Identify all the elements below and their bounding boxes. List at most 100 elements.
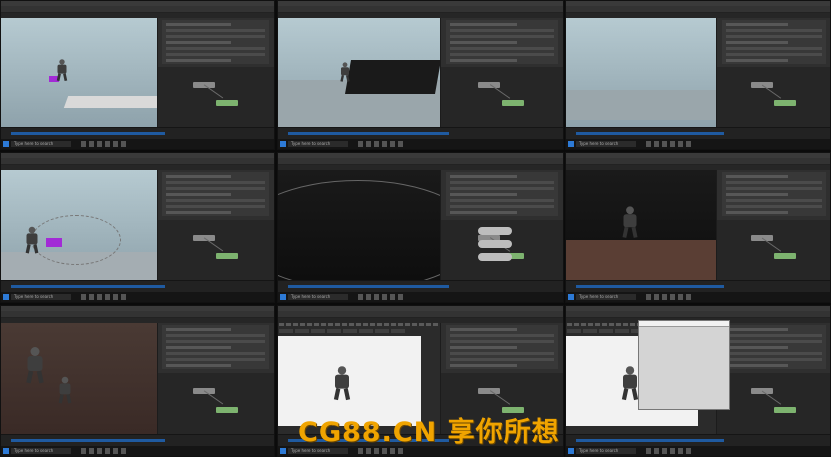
playbar-timeline[interactable]	[1, 434, 274, 446]
network-node[interactable]	[773, 406, 796, 413]
taskbar-app-icon[interactable]	[670, 448, 675, 454]
taskbar-app-icon[interactable]	[654, 448, 659, 454]
playbar-timeline[interactable]	[278, 127, 563, 139]
render-settings-dialog[interactable]	[638, 320, 730, 410]
scene-viewport[interactable]	[566, 18, 717, 127]
taskbar-app-icon[interactable]	[646, 448, 651, 454]
taskbar-app-icon[interactable]	[686, 448, 691, 454]
parameter-row[interactable]	[450, 187, 555, 190]
parameter-row[interactable]	[725, 340, 822, 343]
parameter-row[interactable]	[450, 334, 555, 337]
taskbar-app-icon[interactable]	[374, 294, 379, 300]
parameter-row[interactable]	[450, 29, 555, 32]
parameter-row[interactable]	[166, 35, 266, 38]
windows-start-icon[interactable]	[568, 294, 574, 300]
network-node[interactable]	[477, 82, 500, 89]
parameter-row[interactable]	[725, 35, 822, 38]
windows-start-icon[interactable]	[280, 294, 286, 300]
windows-start-icon[interactable]	[280, 448, 286, 454]
taskbar-search-box[interactable]: Type here to search	[11, 294, 71, 300]
taskbar-app-icon[interactable]	[678, 448, 683, 454]
parameter-row[interactable]	[450, 352, 555, 355]
network-editor[interactable]	[717, 372, 830, 434]
parameter-row[interactable]	[725, 175, 789, 178]
taskbar-app-icon[interactable]	[670, 294, 675, 300]
taskbar-app-icon[interactable]	[358, 141, 363, 147]
parameter-editor[interactable]	[721, 325, 826, 370]
network-node[interactable]	[477, 226, 512, 235]
taskbar-app-icon[interactable]	[646, 141, 651, 147]
parameter-editor[interactable]	[162, 325, 270, 370]
taskbar-search-box[interactable]: Type here to search	[576, 294, 636, 300]
taskbar-app-icon[interactable]	[81, 448, 86, 454]
timeline-range[interactable]	[11, 132, 165, 135]
pane-tab[interactable]	[599, 329, 613, 333]
parameter-editor[interactable]	[446, 325, 559, 370]
parameter-row[interactable]	[166, 352, 266, 355]
parameter-row[interactable]	[450, 41, 518, 44]
network-and-parameters-pane[interactable]	[716, 18, 830, 127]
network-node[interactable]	[773, 252, 796, 259]
taskbar-app-icon[interactable]	[646, 294, 651, 300]
taskbar-app-icon[interactable]	[670, 141, 675, 147]
parameter-row[interactable]	[450, 205, 555, 208]
timeline-range[interactable]	[11, 439, 165, 442]
pane-tab[interactable]	[327, 329, 341, 333]
taskbar-app-icon[interactable]	[398, 141, 403, 147]
taskbar-app-icon[interactable]	[105, 448, 110, 454]
taskbar-app-icon[interactable]	[121, 448, 126, 454]
parameter-row[interactable]	[166, 175, 231, 178]
parameter-row[interactable]	[166, 346, 231, 349]
windows-start-icon[interactable]	[3, 294, 9, 300]
parameter-row[interactable]	[166, 47, 266, 50]
taskbar-app-icon[interactable]	[678, 141, 683, 147]
pane-tab[interactable]	[343, 329, 357, 333]
pane-tab[interactable]	[583, 329, 597, 333]
playbar-timeline[interactable]	[566, 280, 830, 292]
pane-tab[interactable]	[311, 329, 325, 333]
parameter-row[interactable]	[450, 211, 518, 214]
parameter-row[interactable]	[166, 181, 266, 184]
parameter-editor[interactable]	[721, 172, 826, 216]
network-node[interactable]	[477, 253, 512, 262]
parameter-row[interactable]	[725, 328, 789, 331]
taskbar-search-box[interactable]: Type here to search	[576, 141, 636, 147]
timeline-range[interactable]	[576, 132, 725, 135]
parameter-row[interactable]	[450, 47, 555, 50]
parameter-editor[interactable]	[162, 172, 270, 216]
windows-start-icon[interactable]	[3, 141, 9, 147]
taskbar-app-icon[interactable]	[113, 448, 118, 454]
pane-tab[interactable]	[359, 329, 373, 333]
pane-tab[interactable]	[615, 329, 629, 333]
timeline-range[interactable]	[288, 285, 449, 288]
parameter-row[interactable]	[725, 193, 789, 196]
parameter-row[interactable]	[450, 59, 518, 62]
network-and-parameters-pane[interactable]	[156, 170, 274, 280]
taskbar-search-box[interactable]: Type here to search	[288, 294, 348, 300]
parameter-row[interactable]	[166, 364, 231, 367]
parameter-editor[interactable]	[721, 20, 826, 64]
network-node[interactable]	[477, 388, 500, 395]
taskbar-app-icon[interactable]	[121, 141, 126, 147]
taskbar-app-icon[interactable]	[398, 294, 403, 300]
parameter-row[interactable]	[166, 334, 266, 337]
houdini-session-thumbnail[interactable]: Type here to search	[277, 0, 564, 150]
parameter-row[interactable]	[725, 334, 822, 337]
network-and-parameters-pane[interactable]	[440, 170, 563, 280]
network-node[interactable]	[773, 100, 796, 107]
parameter-row[interactable]	[725, 29, 822, 32]
parameter-row[interactable]	[450, 193, 518, 196]
network-editor[interactable]	[157, 67, 274, 127]
taskbar-app-icon[interactable]	[374, 141, 379, 147]
network-node[interactable]	[477, 240, 512, 249]
taskbar-app-icon[interactable]	[654, 141, 659, 147]
network-editor[interactable]	[157, 219, 274, 280]
parameter-row[interactable]	[450, 358, 555, 361]
taskbar-app-icon[interactable]	[89, 448, 94, 454]
parameter-row[interactable]	[166, 205, 266, 208]
taskbar-app-icon[interactable]	[382, 294, 387, 300]
taskbar-app-icon[interactable]	[105, 141, 110, 147]
parameter-row[interactable]	[450, 364, 518, 367]
playbar-timeline[interactable]	[566, 434, 830, 446]
playbar-timeline[interactable]	[1, 280, 274, 292]
